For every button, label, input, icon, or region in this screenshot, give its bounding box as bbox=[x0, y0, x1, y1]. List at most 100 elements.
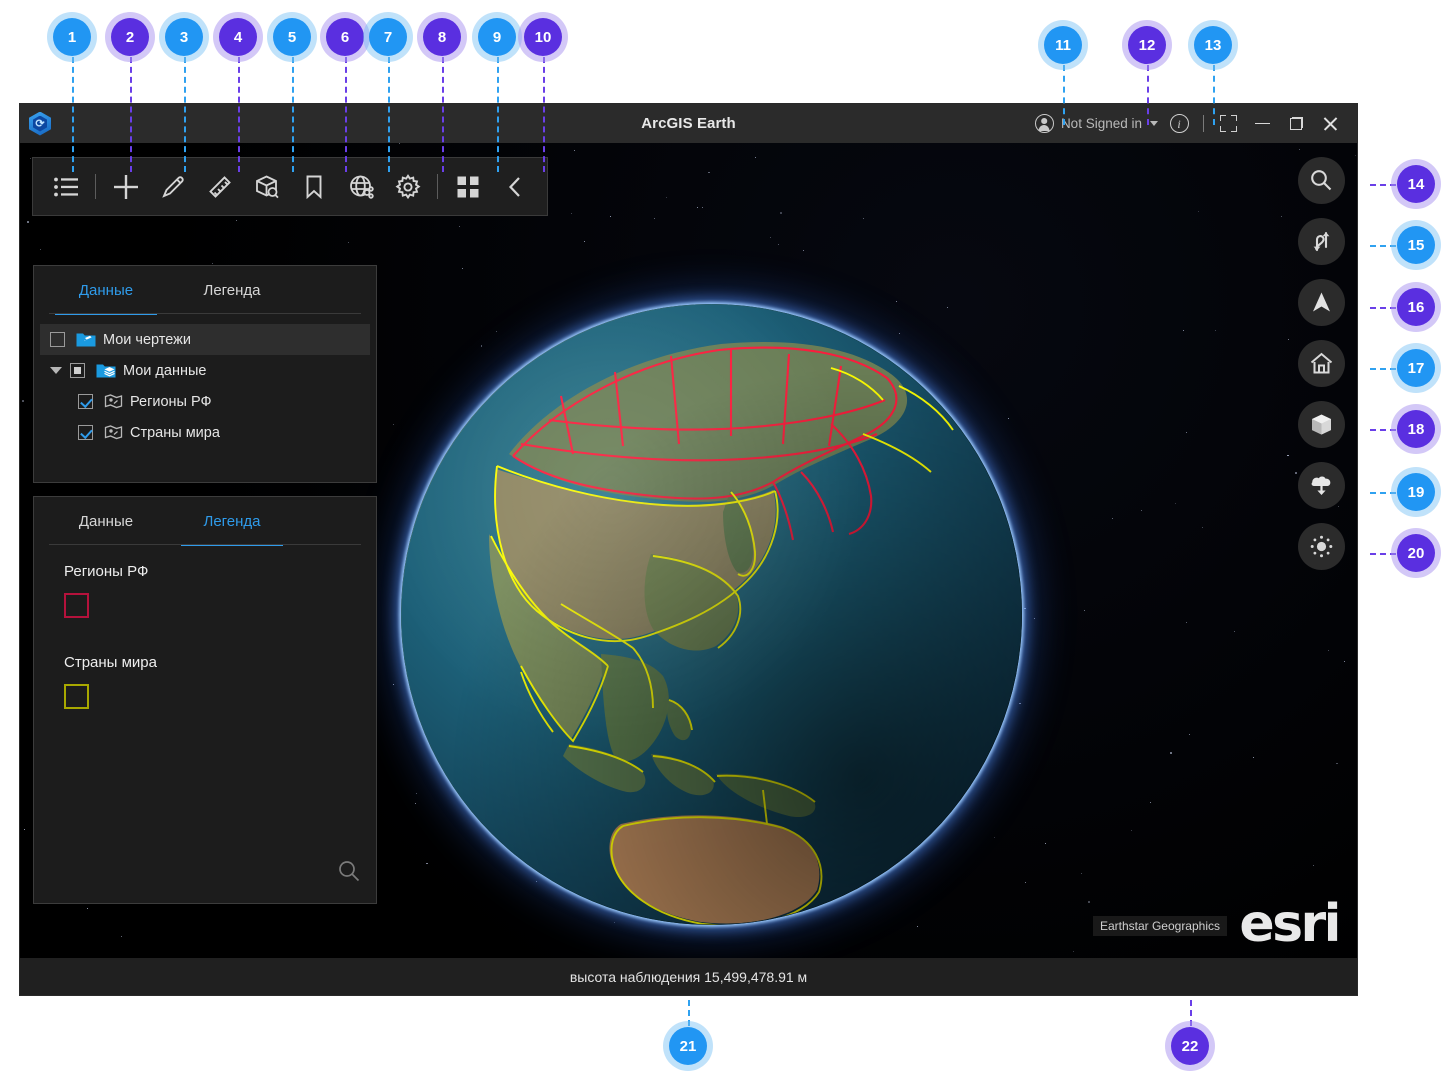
home-view-button[interactable] bbox=[1298, 340, 1345, 387]
star bbox=[235, 220, 237, 222]
star bbox=[1182, 330, 1184, 332]
star bbox=[1186, 621, 1188, 623]
legend-search-button[interactable] bbox=[337, 859, 361, 888]
callout-badge-17: 17 bbox=[1397, 349, 1435, 387]
star bbox=[574, 149, 576, 151]
callout-badge-13: 13 bbox=[1194, 26, 1232, 64]
measure-button[interactable] bbox=[196, 163, 243, 210]
expand-collapse-arrow-icon[interactable] bbox=[50, 367, 62, 374]
callout-leader-1 bbox=[72, 57, 74, 172]
globe-geometry bbox=[401, 304, 1022, 925]
callout-badge-21: 21 bbox=[669, 1027, 707, 1065]
tab-legend[interactable]: Легенда bbox=[178, 266, 286, 314]
table-of-contents-button[interactable] bbox=[42, 163, 89, 210]
ruler-icon bbox=[208, 175, 231, 198]
checkbox-my-drawings[interactable] bbox=[50, 332, 65, 347]
plus-icon bbox=[113, 174, 138, 199]
star bbox=[707, 171, 710, 174]
star bbox=[1080, 873, 1082, 875]
star bbox=[1214, 329, 1217, 332]
close-button[interactable] bbox=[1313, 106, 1347, 142]
draw-button[interactable] bbox=[149, 163, 196, 210]
account-label: Not Signed in bbox=[1060, 116, 1142, 131]
star bbox=[1140, 510, 1142, 512]
tab-data-label: Данные bbox=[78, 281, 134, 299]
maximize-button[interactable] bbox=[1279, 106, 1313, 142]
display-brightness-button[interactable] bbox=[1298, 523, 1345, 570]
tree-item-regions-rf[interactable]: Регионы РФ bbox=[34, 386, 376, 417]
callout-leader-8 bbox=[442, 57, 444, 172]
apps-button[interactable] bbox=[444, 163, 491, 210]
callout-leader-4 bbox=[238, 57, 240, 172]
star bbox=[1197, 210, 1199, 212]
legend-tab-legend-label: Легенда bbox=[203, 512, 261, 530]
map-attribution: Earthstar Geographics bbox=[1092, 916, 1227, 936]
list-icon bbox=[53, 177, 78, 196]
callout-leader-22 bbox=[1190, 1000, 1192, 1026]
navigation-swap-button[interactable] bbox=[1298, 218, 1345, 265]
star bbox=[665, 197, 667, 199]
callout-leader-10 bbox=[543, 57, 545, 172]
toolbar-divider-1 bbox=[95, 174, 96, 199]
globe-3d-view[interactable] bbox=[401, 304, 1022, 925]
account-menu[interactable]: Not Signed in bbox=[1031, 114, 1162, 133]
callout-badge-19: 19 bbox=[1397, 473, 1435, 511]
offline-download-button[interactable] bbox=[1298, 462, 1345, 509]
star bbox=[39, 248, 41, 250]
callout-badge-2: 2 bbox=[111, 18, 149, 56]
checkbox-my-data[interactable] bbox=[70, 363, 85, 378]
star bbox=[802, 250, 804, 252]
callout-leader-11 bbox=[1063, 65, 1065, 125]
tree-item-world-countries[interactable]: Страны мира bbox=[34, 417, 376, 448]
callout-badge-4: 4 bbox=[219, 18, 257, 56]
settings-button[interactable] bbox=[384, 163, 431, 210]
legend-tab-data-label: Данные bbox=[78, 512, 134, 530]
legend-tab-legend[interactable]: Легенда bbox=[178, 497, 286, 546]
minimize-button[interactable] bbox=[1245, 106, 1279, 142]
tab-legend-label: Легенда bbox=[203, 281, 261, 299]
callout-badge-20: 20 bbox=[1397, 534, 1435, 572]
star bbox=[570, 213, 572, 215]
screenshot-root: ⟳ ArcGIS Earth Not Signed in i Earthstar… bbox=[0, 0, 1451, 1079]
search-icon bbox=[339, 861, 360, 882]
star bbox=[458, 226, 460, 228]
3d-mode-button[interactable] bbox=[1298, 401, 1345, 448]
star bbox=[1336, 762, 1339, 765]
callout-leader-13 bbox=[1213, 65, 1215, 125]
info-button[interactable]: i bbox=[1162, 106, 1196, 142]
info-icon: i bbox=[1169, 114, 1189, 133]
legend-tab-data[interactable]: Данные bbox=[52, 497, 160, 545]
star bbox=[1343, 660, 1345, 662]
star bbox=[1084, 609, 1086, 611]
bookmarks-button[interactable] bbox=[290, 163, 337, 210]
add-data-button[interactable] bbox=[102, 163, 149, 210]
chevron-left-icon bbox=[508, 176, 520, 197]
star bbox=[1328, 650, 1330, 652]
tree-item-my-data[interactable]: Мои данные bbox=[34, 355, 376, 386]
star bbox=[1175, 502, 1177, 504]
tab-data[interactable]: Данные bbox=[52, 266, 160, 315]
data-panel-tabs: Данные Легенда bbox=[34, 266, 376, 315]
callout-leader-6 bbox=[345, 57, 347, 172]
star bbox=[583, 241, 585, 243]
legend-swatch-regions-rf bbox=[64, 593, 89, 618]
callout-badge-12: 12 bbox=[1128, 26, 1166, 64]
explore-3d-button[interactable] bbox=[243, 163, 290, 210]
toolbar-divider-2 bbox=[437, 174, 438, 199]
star bbox=[461, 268, 463, 270]
tree-label-world-countries: Страны мира bbox=[130, 424, 220, 441]
star bbox=[1202, 526, 1204, 528]
callout-badge-3: 3 bbox=[165, 18, 203, 56]
checkbox-world-countries[interactable] bbox=[78, 425, 93, 440]
arcgis-earth-hex-logo: ⟳ bbox=[27, 111, 53, 137]
checkbox-regions-rf[interactable] bbox=[78, 394, 93, 409]
star bbox=[1025, 881, 1027, 883]
compass-north-button[interactable] bbox=[1298, 279, 1345, 326]
layer-icon bbox=[104, 393, 123, 410]
star bbox=[769, 237, 771, 239]
folder-drawings-icon bbox=[76, 331, 96, 348]
fullscreen-button[interactable] bbox=[1211, 106, 1245, 142]
map-search-button[interactable] bbox=[1298, 157, 1345, 204]
status-bar-text: высота наблюдения 15,499,478.91 м bbox=[569, 968, 808, 985]
tree-item-my-drawings[interactable]: Мои чертежи bbox=[40, 324, 370, 355]
